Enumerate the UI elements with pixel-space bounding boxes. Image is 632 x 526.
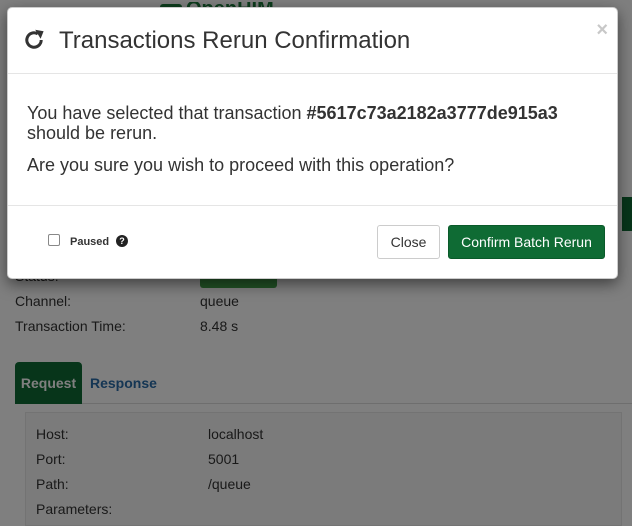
modal-title: Transactions Rerun Confirmation: [59, 27, 411, 54]
modal-header: Transactions Rerun Confirmation ×: [8, 8, 617, 74]
rerun-message: You have selected that transaction #5617…: [27, 103, 597, 143]
modal-footer: Paused ? Close Confirm Batch Rerun: [8, 206, 617, 280]
question-circle-icon[interactable]: ?: [116, 235, 128, 247]
confirmation-question: Are you sure you wish to proceed with th…: [27, 155, 455, 175]
close-icon[interactable]: ×: [596, 20, 608, 40]
confirm-batch-rerun-button[interactable]: Confirm Batch Rerun: [448, 225, 605, 259]
message-prefix: You have selected that transaction: [27, 103, 307, 123]
message-suffix: should be rerun.: [27, 123, 158, 143]
paused-checkbox[interactable]: [48, 234, 60, 246]
refresh-icon: [25, 29, 44, 49]
transaction-id: #5617c73a2182a3777de915a3: [306, 103, 558, 123]
rerun-confirmation-modal: Transactions Rerun Confirmation × You ha…: [7, 7, 618, 279]
modal-body: You have selected that transaction #5617…: [8, 74, 617, 206]
close-button[interactable]: Close: [377, 225, 440, 259]
paused-label: Paused: [70, 236, 110, 248]
